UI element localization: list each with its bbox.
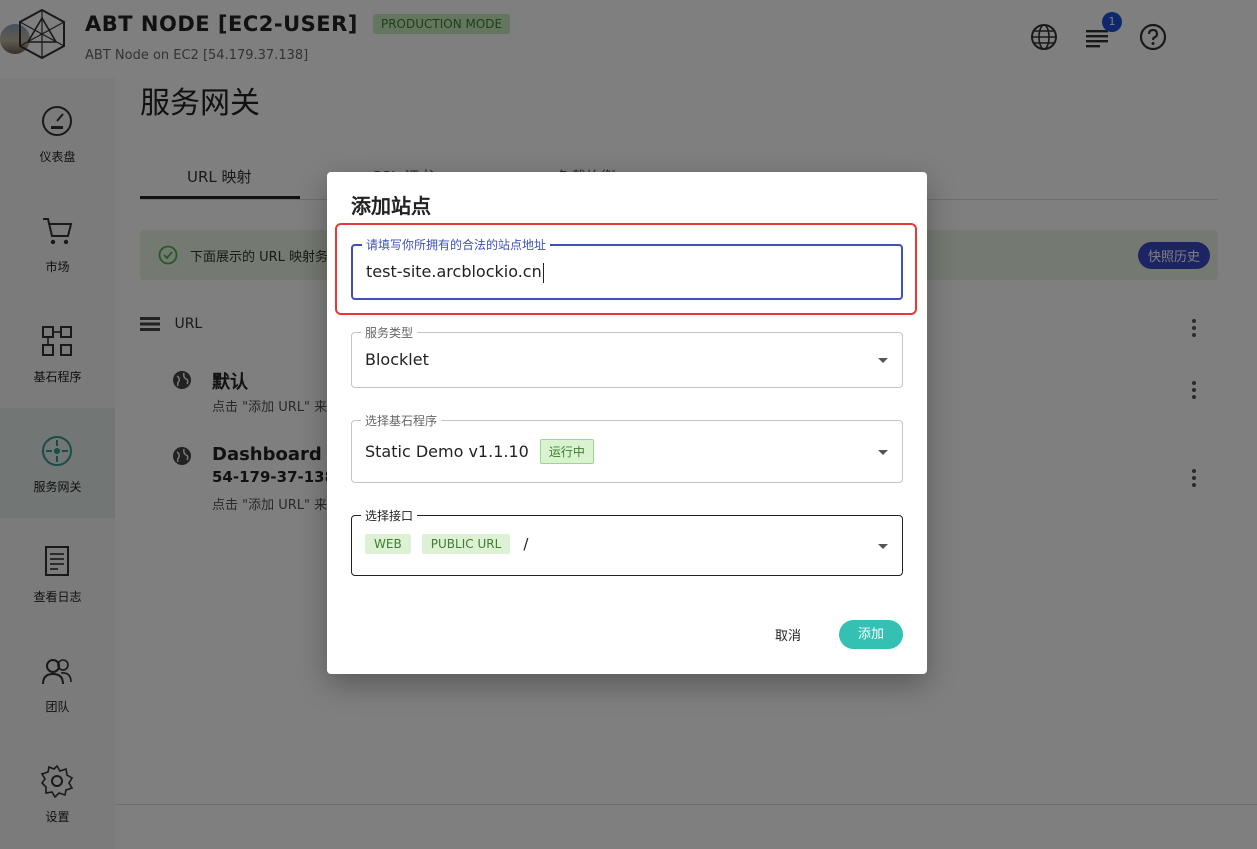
chevron-down-icon [878,358,888,363]
site-address-value: test-site.arcblockio.cn [366,262,542,281]
interface-chip-public-url: PUBLIC URL [421,533,511,554]
blocklet-value-wrap: Static Demo v1.1.10 运行中 [365,439,594,464]
status-badge: 运行中 [539,439,594,464]
blocklet-value: Static Demo v1.1.10 [365,442,529,461]
service-type-label: 服务类型 [361,324,418,341]
blocklet-label: 选择基石程序 [361,412,442,429]
site-address-field[interactable]: 请填写你所拥有的合法的站点地址 test-site.arcblockio.cn [351,236,903,300]
blocklet-select[interactable]: 选择基石程序 Static Demo v1.1.10 运行中 [351,412,903,483]
interface-chip-web: WEB [365,533,411,554]
text-caret [542,262,544,283]
chevron-down-icon [878,544,888,549]
service-type-select[interactable]: 服务类型 Blocklet [351,324,903,388]
interface-select[interactable]: 选择接口 WEB PUBLIC URL / [351,507,903,576]
chevron-down-icon [878,450,888,455]
interface-value-wrap: WEB PUBLIC URL / [365,533,528,554]
service-type-value: Blocklet [365,350,429,369]
interface-path: / [523,534,529,553]
add-site-dialog: 添加站点 请填写你所拥有的合法的站点地址 test-site.arcblocki… [327,172,927,674]
add-button[interactable]: 添加 [839,620,903,649]
dialog-title: 添加站点 [351,194,431,218]
cancel-button[interactable]: 取消 [775,625,801,644]
site-address-input[interactable]: test-site.arcblockio.cn [366,262,544,283]
interface-label: 选择接口 [361,507,418,524]
site-address-label: 请填写你所拥有的合法的站点地址 [362,236,551,253]
